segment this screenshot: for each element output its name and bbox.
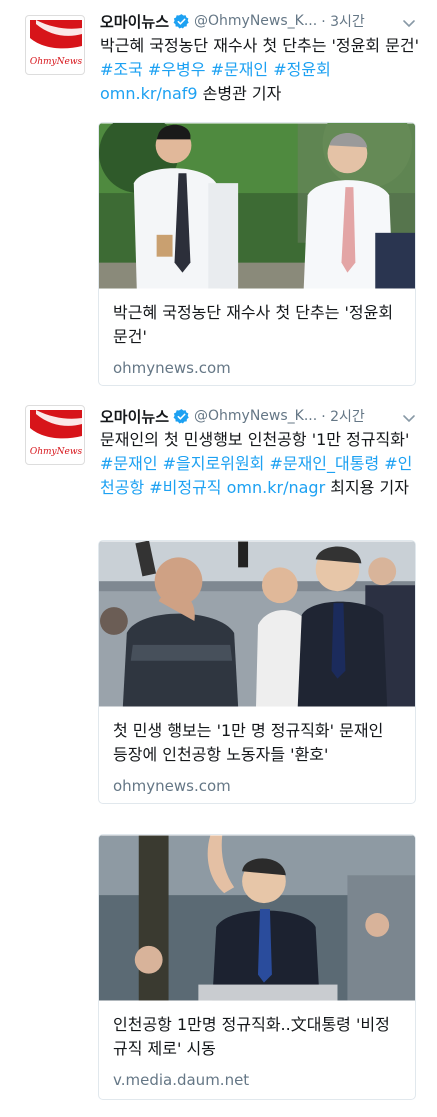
tweet-reporter: 최지용 기자 [325,478,409,497]
chevron-down-icon[interactable] [401,15,417,31]
link-card[interactable]: 박근혜 국정농단 재수사 첫 단추는 '정윤회 문건' ohmynews.com [98,122,416,386]
ohmynews-logo-icon: OhmyNews [30,410,83,457]
card-photo [99,123,415,289]
tweet-text: 문재인의 첫 민생행보 인천공항 '1만 정규직화' #문재인 #을지로위원회 … [100,428,420,500]
author-handle[interactable]: @OhmyNews_K... [194,408,317,424]
tweet-header: 오마이뉴스 @OhmyNews_K... · 2시간 [100,404,365,428]
tweet-link[interactable]: omn.kr/nagr [227,478,326,497]
link-card-daum[interactable]: 인천공항 1만명 정규직화..文대통령 '비정규직 제로' 시동 v.media… [98,834,416,1100]
card-domain: ohmynews.com [113,359,231,377]
ohmynews-avatar[interactable]: OhmyNews [25,405,85,465]
tweet-text-body: 박근혜 국정농단 재수사 첫 단추는 '정윤회 문건' [100,36,419,55]
tweet-text: 박근혜 국정농단 재수사 첫 단추는 '정윤회 문건' #조국 #우병우 #문재… [100,34,420,106]
card-domain: ohmynews.com [113,777,231,795]
logo-text: OhmyNews [30,57,83,67]
tweet-text-body: 문재인의 첫 민생행보 인천공항 '1만 정규직화' [100,430,410,449]
ohmynews-logo-icon: OhmyNews [30,20,83,67]
card-photo [99,835,415,1001]
card-body: 박근혜 국정농단 재수사 첫 단추는 '정윤회 문건' ohmynews.com [99,289,415,377]
tweet-time[interactable]: · 3시간 [321,11,365,31]
hashtags[interactable]: #조국 #우병우 #문재인 #정윤회 [100,60,331,79]
card-body: 첫 민생 행보는 '1만 명 정규직화' 문재인 등장에 인천공항 노동자들 '… [99,707,415,795]
chevron-down-icon[interactable] [401,410,417,426]
card-domain: v.media.daum.net [113,1071,250,1089]
link-card[interactable]: 첫 민생 행보는 '1만 명 정규직화' 문재인 등장에 인천공항 노동자들 '… [98,540,416,804]
card-title: 첫 민생 행보는 '1만 명 정규직화' 문재인 등장에 인천공항 노동자들 '… [113,721,384,764]
author-handle[interactable]: @OhmyNews_K... [194,13,317,29]
card-body: 인천공항 1만명 정규직화..文대통령 '비정규직 제로' 시동 v.media… [99,1001,415,1089]
logo-text: OhmyNews [30,447,83,457]
ohmynews-avatar[interactable]: OhmyNews [25,15,85,75]
card-photo [99,541,415,707]
tweet-reporter: 손병관 기자 [197,84,282,103]
tweet-time[interactable]: · 2시간 [321,406,365,426]
tweet-link[interactable]: omn.kr/naf9 [100,84,198,103]
card-title: 박근혜 국정농단 재수사 첫 단추는 '정윤회 문건' [113,303,394,346]
tweet-header: 오마이뉴스 @OhmyNews_K... · 3시간 [100,9,365,33]
author-name[interactable]: 오마이뉴스 [100,406,169,427]
card-title: 인천공항 1만명 정규직화..文대통령 '비정규직 제로' 시동 [113,1015,390,1058]
verified-badge-icon [173,13,189,29]
verified-badge-icon [173,408,189,424]
author-name[interactable]: 오마이뉴스 [100,11,169,32]
